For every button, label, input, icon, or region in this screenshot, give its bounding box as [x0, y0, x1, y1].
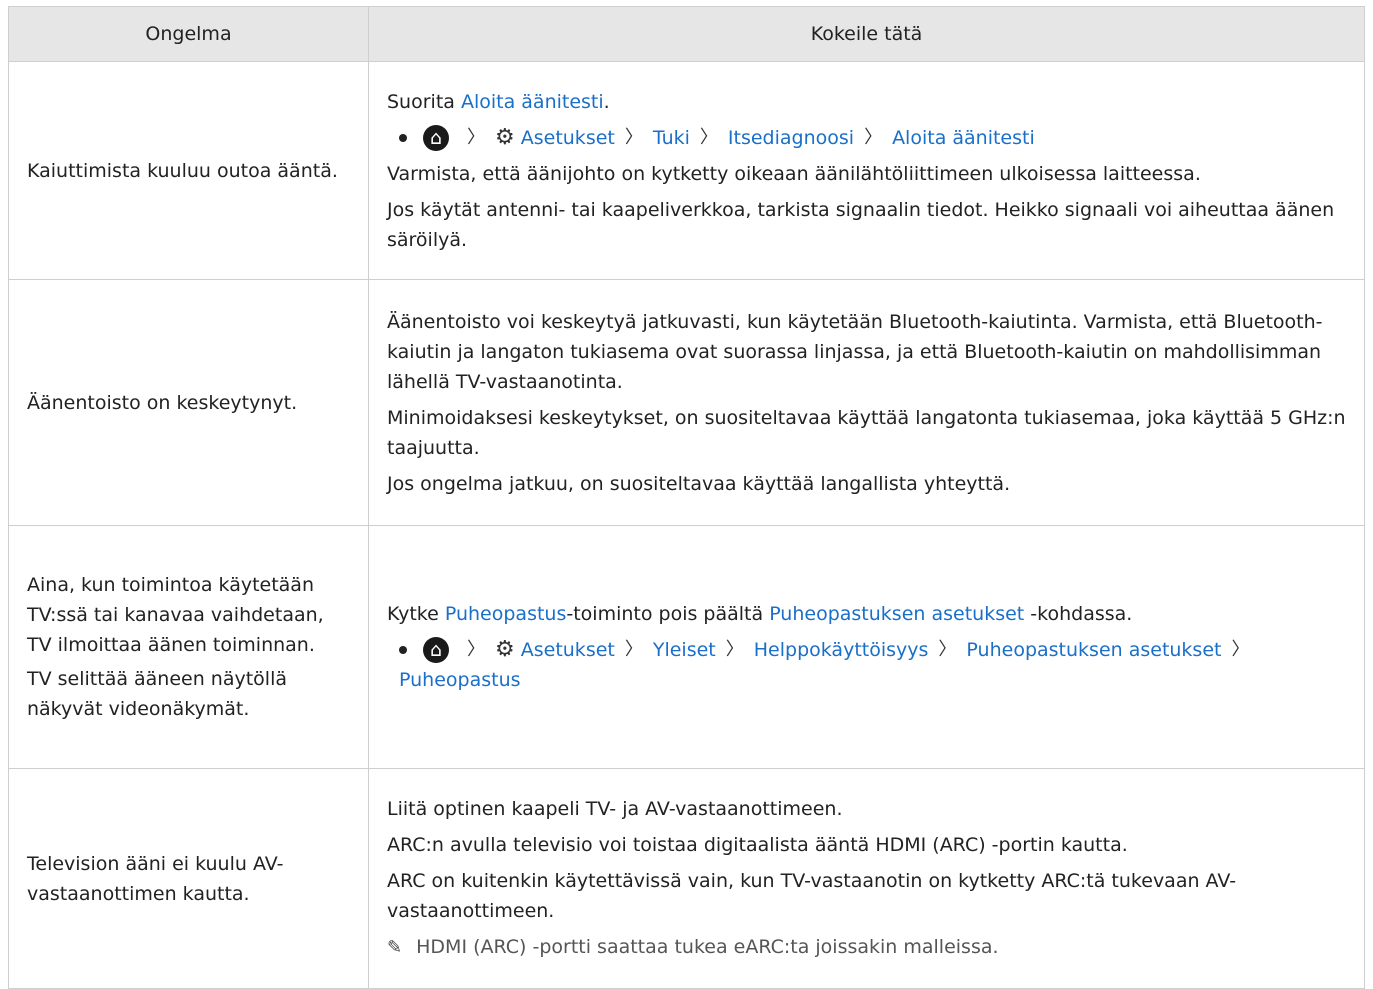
path-item-self-diagnosis[interactable]: Itsediagnoosi: [728, 123, 854, 153]
chevron-right-icon: 〉: [624, 126, 643, 148]
solution-cell: Liitä optinen kaapeli TV- ja AV-vastaano…: [368, 768, 1365, 989]
path-item-settings[interactable]: Asetukset: [521, 123, 615, 153]
chevron-right-icon: 〉: [725, 639, 744, 660]
menu-path: ⌂ 〉 ⚙ Asetukset 〉 Yleiset 〉 Helppokäyttö…: [387, 635, 1346, 695]
chevron-right-icon: 〉: [938, 639, 957, 660]
path-item-settings[interactable]: Asetukset: [521, 635, 615, 665]
home-icon: ⌂: [423, 637, 449, 663]
path-item-support[interactable]: Tuki: [653, 123, 690, 153]
gear-icon: ⚙: [495, 124, 515, 150]
path-item-sound-test[interactable]: Aloita äänitesti: [892, 123, 1035, 153]
problem-cell: Aina, kun toimintoa käytetään TV:ssä tai…: [8, 525, 369, 769]
chevron-right-icon: 〉: [699, 126, 718, 148]
solution-text: ARC on kuitenkin käytettävissä vain, kun…: [387, 870, 1237, 922]
solution-text: Jos käytät antenni- tai kaapeliverkkoa, …: [387, 198, 1335, 251]
problem-cell: Äänentoisto on keskeytynyt.: [8, 279, 369, 526]
chevron-right-icon: 〉: [1231, 639, 1250, 660]
chevron-right-icon: 〉: [624, 639, 643, 660]
header-solution: Kokeile tätä: [368, 6, 1365, 62]
pencil-icon: ✎: [387, 937, 403, 958]
solution-text: Liitä optinen kaapeli TV- ja AV-vastaano…: [387, 798, 843, 820]
problem-text: Aina, kun toimintoa käytetään TV:ssä tai…: [27, 574, 324, 656]
table-row: Kaiuttimista kuuluu outoa ääntä. Suorita…: [8, 61, 1365, 280]
instruction-line: Kytke Puheopastus-toiminto pois päältä P…: [387, 603, 1133, 625]
problem-cell: Kaiuttimista kuuluu outoa ääntä.: [8, 61, 369, 280]
bullet: [399, 133, 407, 142]
chevron-right-icon: 〉: [467, 639, 485, 660]
solution-text: ARC:n avulla televisio voi toistaa digit…: [387, 834, 1128, 856]
chevron-right-icon: 〉: [864, 126, 883, 148]
solution-cell: Äänentoisto voi keskeytyä jatkuvasti, ku…: [368, 279, 1365, 526]
path-item-voice-guide[interactable]: Puheopastus: [399, 665, 521, 695]
start-sound-test-link[interactable]: Aloita äänitesti: [461, 91, 604, 113]
solution-text: Äänentoisto voi keskeytyä jatkuvasti, ku…: [387, 310, 1323, 393]
path-item-general[interactable]: Yleiset: [653, 635, 716, 665]
table-row: Äänentoisto on keskeytynyt. Äänentoisto …: [8, 279, 1365, 526]
solution-text: Varmista, että äänijohto on kytketty oik…: [387, 162, 1201, 185]
problem-cell: Television ääni ei kuulu AV-vastaanottim…: [8, 768, 369, 989]
solution-cell: Suorita Aloita äänitesti. ⌂ 〉 ⚙ Asetukse…: [368, 61, 1365, 280]
path-item-voice-guide-settings[interactable]: Puheopastuksen asetukset: [966, 635, 1221, 665]
menu-path: ⌂ 〉 ⚙ Asetukset 〉 Tuki 〉 Itsediagnoosi 〉…: [387, 123, 1346, 153]
path-item-accessibility[interactable]: Helppokäyttöisyys: [754, 635, 929, 665]
gear-icon: ⚙: [495, 637, 515, 662]
voice-guide-settings-link[interactable]: Puheopastuksen asetukset: [769, 603, 1024, 625]
note: ✎ HDMI (ARC) -portti saattaa tukea eARC:…: [387, 936, 999, 958]
chevron-right-icon: 〉: [467, 126, 485, 148]
solution-cell: Kytke Puheopastus-toiminto pois päältä P…: [368, 525, 1365, 769]
table-header-row: Ongelma Kokeile tätä: [8, 6, 1365, 62]
home-icon: ⌂: [423, 124, 449, 151]
bullet: [399, 646, 407, 654]
problem-text: TV selittää ääneen näytöllä näkyvät vide…: [27, 668, 288, 720]
table-row: Aina, kun toimintoa käytetään TV:ssä tai…: [8, 525, 1365, 769]
header-problem: Ongelma: [8, 6, 369, 62]
solution-text: Minimoidaksesi keskeytykset, on suositel…: [387, 406, 1346, 459]
solution-text: Jos ongelma jatkuu, on suositeltavaa käy…: [387, 472, 1011, 495]
troubleshooting-table: Ongelma Kokeile tätä Kaiuttimista kuuluu…: [8, 6, 1365, 989]
table-row: Television ääni ei kuulu AV-vastaanottim…: [8, 768, 1365, 989]
voice-guide-link[interactable]: Puheopastus: [445, 603, 567, 625]
instruction-line: Suorita Aloita äänitesti.: [387, 90, 610, 113]
